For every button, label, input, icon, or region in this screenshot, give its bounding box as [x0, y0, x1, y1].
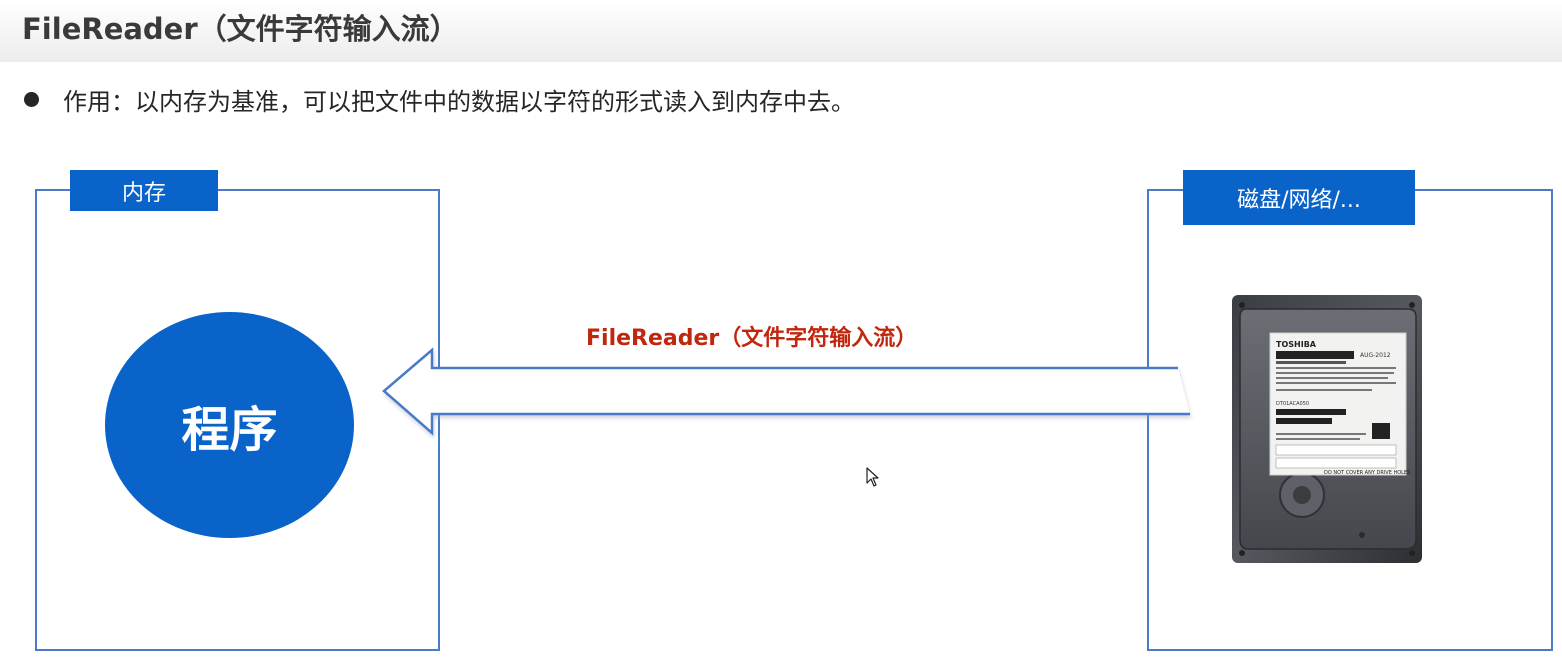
arrow-left-icon [382, 347, 1190, 436]
hdd-date: AUG-2012 [1360, 352, 1391, 359]
hard-disk-drive-icon: TOSHIBA AUG-2012 DT01ACA050 DO NOT COVER… [1232, 295, 1422, 563]
mouse-cursor-icon [866, 467, 879, 487]
hdd-warning: DO NOT COVER ANY DRIVE HOLES [1324, 470, 1410, 476]
hdd-brand: TOSHIBA [1276, 340, 1317, 349]
hdd-model: DT01ACA050 [1276, 401, 1309, 407]
arrow-label: FileReader（文件字符输入流） [586, 326, 918, 351]
